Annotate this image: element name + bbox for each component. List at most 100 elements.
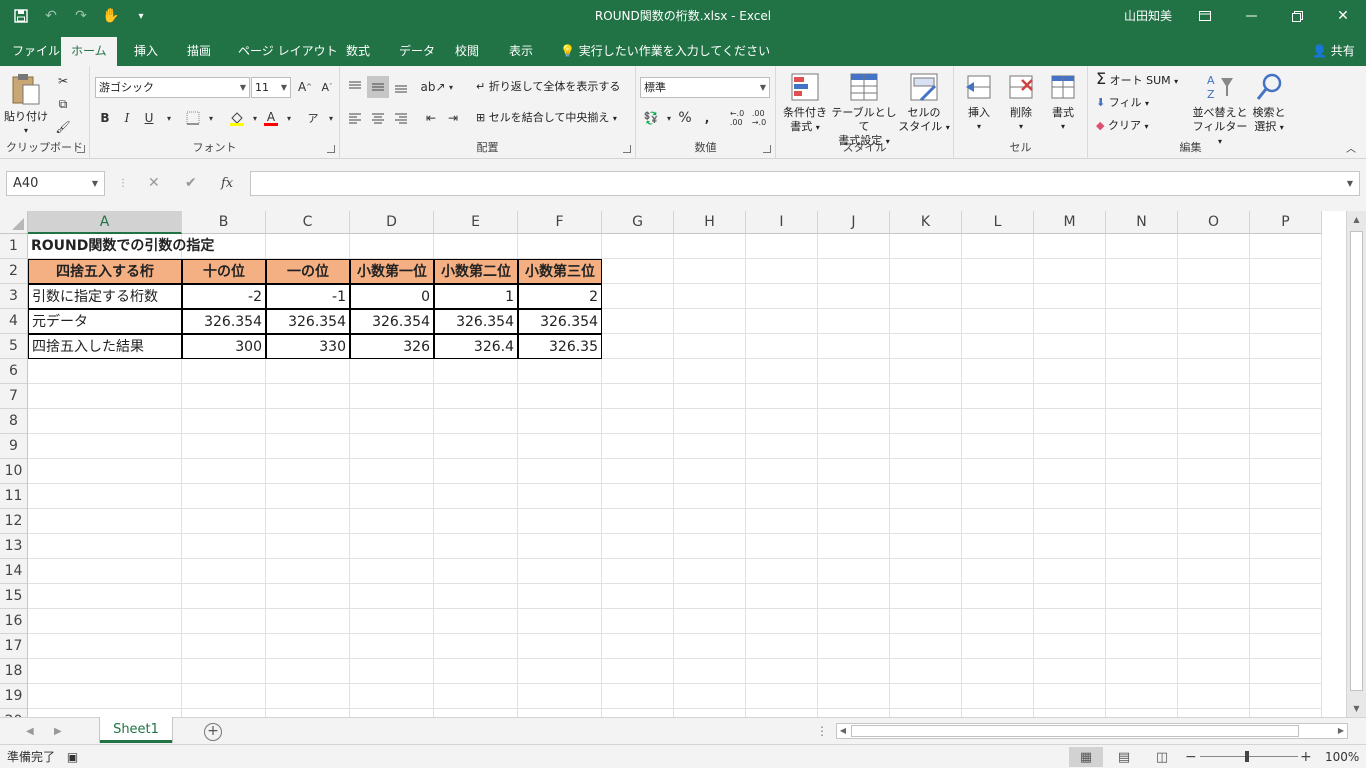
cell-l20[interactable] <box>962 709 1034 717</box>
cell-d7[interactable] <box>350 384 434 409</box>
italic-button[interactable]: I <box>116 107 138 129</box>
cell-b12[interactable] <box>182 509 266 534</box>
cell-c6[interactable] <box>266 359 350 384</box>
cell-k3[interactable] <box>890 284 962 309</box>
cell-j13[interactable] <box>818 534 890 559</box>
column-header-k[interactable]: K <box>890 211 962 234</box>
column-header-j[interactable]: J <box>818 211 890 234</box>
cell-a7[interactable] <box>28 384 182 409</box>
fill-button[interactable]: ⬇ フィル ▾ <box>1096 96 1149 111</box>
cell-d6[interactable] <box>350 359 434 384</box>
cell-i7[interactable] <box>746 384 818 409</box>
cell-d9[interactable] <box>350 434 434 459</box>
macro-record-icon[interactable]: ▣ <box>67 750 78 764</box>
cell-a14[interactable] <box>28 559 182 584</box>
percent-button[interactable]: % <box>674 107 696 129</box>
tab-file[interactable]: ファイル <box>2 37 70 66</box>
column-header-a[interactable]: A <box>28 211 182 234</box>
column-header-d[interactable]: D <box>350 211 434 234</box>
orientation-dropdown-icon[interactable]: ▾ <box>440 76 462 98</box>
cell-l10[interactable] <box>962 459 1034 484</box>
tab-home[interactable]: ホーム <box>61 37 117 66</box>
cell-m6[interactable] <box>1034 359 1106 384</box>
cell-c8[interactable] <box>266 409 350 434</box>
cell-l9[interactable] <box>962 434 1034 459</box>
align-middle-icon[interactable] <box>367 76 389 98</box>
cell-p5[interactable] <box>1250 334 1322 359</box>
cell-b17[interactable] <box>182 634 266 659</box>
cell-i4[interactable] <box>746 309 818 334</box>
cell-h18[interactable] <box>674 659 746 684</box>
cell-e9[interactable] <box>434 434 518 459</box>
cell-j6[interactable] <box>818 359 890 384</box>
collapse-ribbon-icon[interactable]: ︿ <box>1340 136 1362 158</box>
cell-e4[interactable]: 326.354 <box>434 309 518 334</box>
cell-d18[interactable] <box>350 659 434 684</box>
scroll-up-icon[interactable]: ▲ <box>1347 211 1366 228</box>
format-painter-icon[interactable]: 🖌 <box>52 116 74 138</box>
cell-c16[interactable] <box>266 609 350 634</box>
cell-m1[interactable] <box>1034 234 1106 259</box>
cell-o15[interactable] <box>1178 584 1250 609</box>
tab-view[interactable]: 表示 <box>499 37 543 66</box>
cell-d13[interactable] <box>350 534 434 559</box>
cell-c2[interactable]: 一の位 <box>266 259 350 284</box>
cell-i9[interactable] <box>746 434 818 459</box>
cell-f19[interactable] <box>518 684 602 709</box>
row-header-4[interactable]: 4 <box>0 309 28 334</box>
cell-k10[interactable] <box>890 459 962 484</box>
cell-n13[interactable] <box>1106 534 1178 559</box>
normal-view-icon[interactable]: ▦ <box>1069 747 1103 767</box>
cell-f13[interactable] <box>518 534 602 559</box>
cell-c7[interactable] <box>266 384 350 409</box>
cell-p2[interactable] <box>1250 259 1322 284</box>
cell-e12[interactable] <box>434 509 518 534</box>
cell-l19[interactable] <box>962 684 1034 709</box>
cell-n1[interactable] <box>1106 234 1178 259</box>
cell-n12[interactable] <box>1106 509 1178 534</box>
cell-a9[interactable] <box>28 434 182 459</box>
cell-b4[interactable]: 326.354 <box>182 309 266 334</box>
cell-h16[interactable] <box>674 609 746 634</box>
cell-j12[interactable] <box>818 509 890 534</box>
cell-o4[interactable] <box>1178 309 1250 334</box>
cell-k15[interactable] <box>890 584 962 609</box>
cell-c20[interactable] <box>266 709 350 717</box>
cell-m8[interactable] <box>1034 409 1106 434</box>
clipboard-launcher-icon[interactable] <box>77 145 85 153</box>
cell-f20[interactable] <box>518 709 602 717</box>
cell-i13[interactable] <box>746 534 818 559</box>
cell-e5[interactable]: 326.4 <box>434 334 518 359</box>
cell-f2[interactable]: 小数第三位 <box>518 259 602 284</box>
cell-f18[interactable] <box>518 659 602 684</box>
zoom-level[interactable]: 100% <box>1325 745 1359 769</box>
copy-icon[interactable]: ⧉ <box>52 93 74 115</box>
row-header-13[interactable]: 13 <box>0 534 28 559</box>
column-header-l[interactable]: L <box>962 211 1034 234</box>
cell-m18[interactable] <box>1034 659 1106 684</box>
cell-k6[interactable] <box>890 359 962 384</box>
column-header-n[interactable]: N <box>1106 211 1178 234</box>
cell-h9[interactable] <box>674 434 746 459</box>
cell-k12[interactable] <box>890 509 962 534</box>
cell-m14[interactable] <box>1034 559 1106 584</box>
cell-f10[interactable] <box>518 459 602 484</box>
cell-o14[interactable] <box>1178 559 1250 584</box>
cell-a10[interactable] <box>28 459 182 484</box>
cell-l18[interactable] <box>962 659 1034 684</box>
decrease-indent-icon[interactable]: ⇤ <box>420 107 442 129</box>
cell-m9[interactable] <box>1034 434 1106 459</box>
sort-filter-button[interactable]: AZ 並べ替えと フィルター ▾ <box>1192 72 1248 149</box>
cell-f11[interactable] <box>518 484 602 509</box>
cell-c12[interactable] <box>266 509 350 534</box>
cell-g4[interactable] <box>602 309 674 334</box>
cell-m3[interactable] <box>1034 284 1106 309</box>
merge-center-button[interactable]: ⊞ セルを結合して中央揃え ▾ <box>476 111 617 126</box>
cell-j7[interactable] <box>818 384 890 409</box>
cell-e1[interactable] <box>434 234 518 259</box>
cell-n14[interactable] <box>1106 559 1178 584</box>
cell-f4[interactable]: 326.354 <box>518 309 602 334</box>
cell-i6[interactable] <box>746 359 818 384</box>
cell-k17[interactable] <box>890 634 962 659</box>
cell-e16[interactable] <box>434 609 518 634</box>
